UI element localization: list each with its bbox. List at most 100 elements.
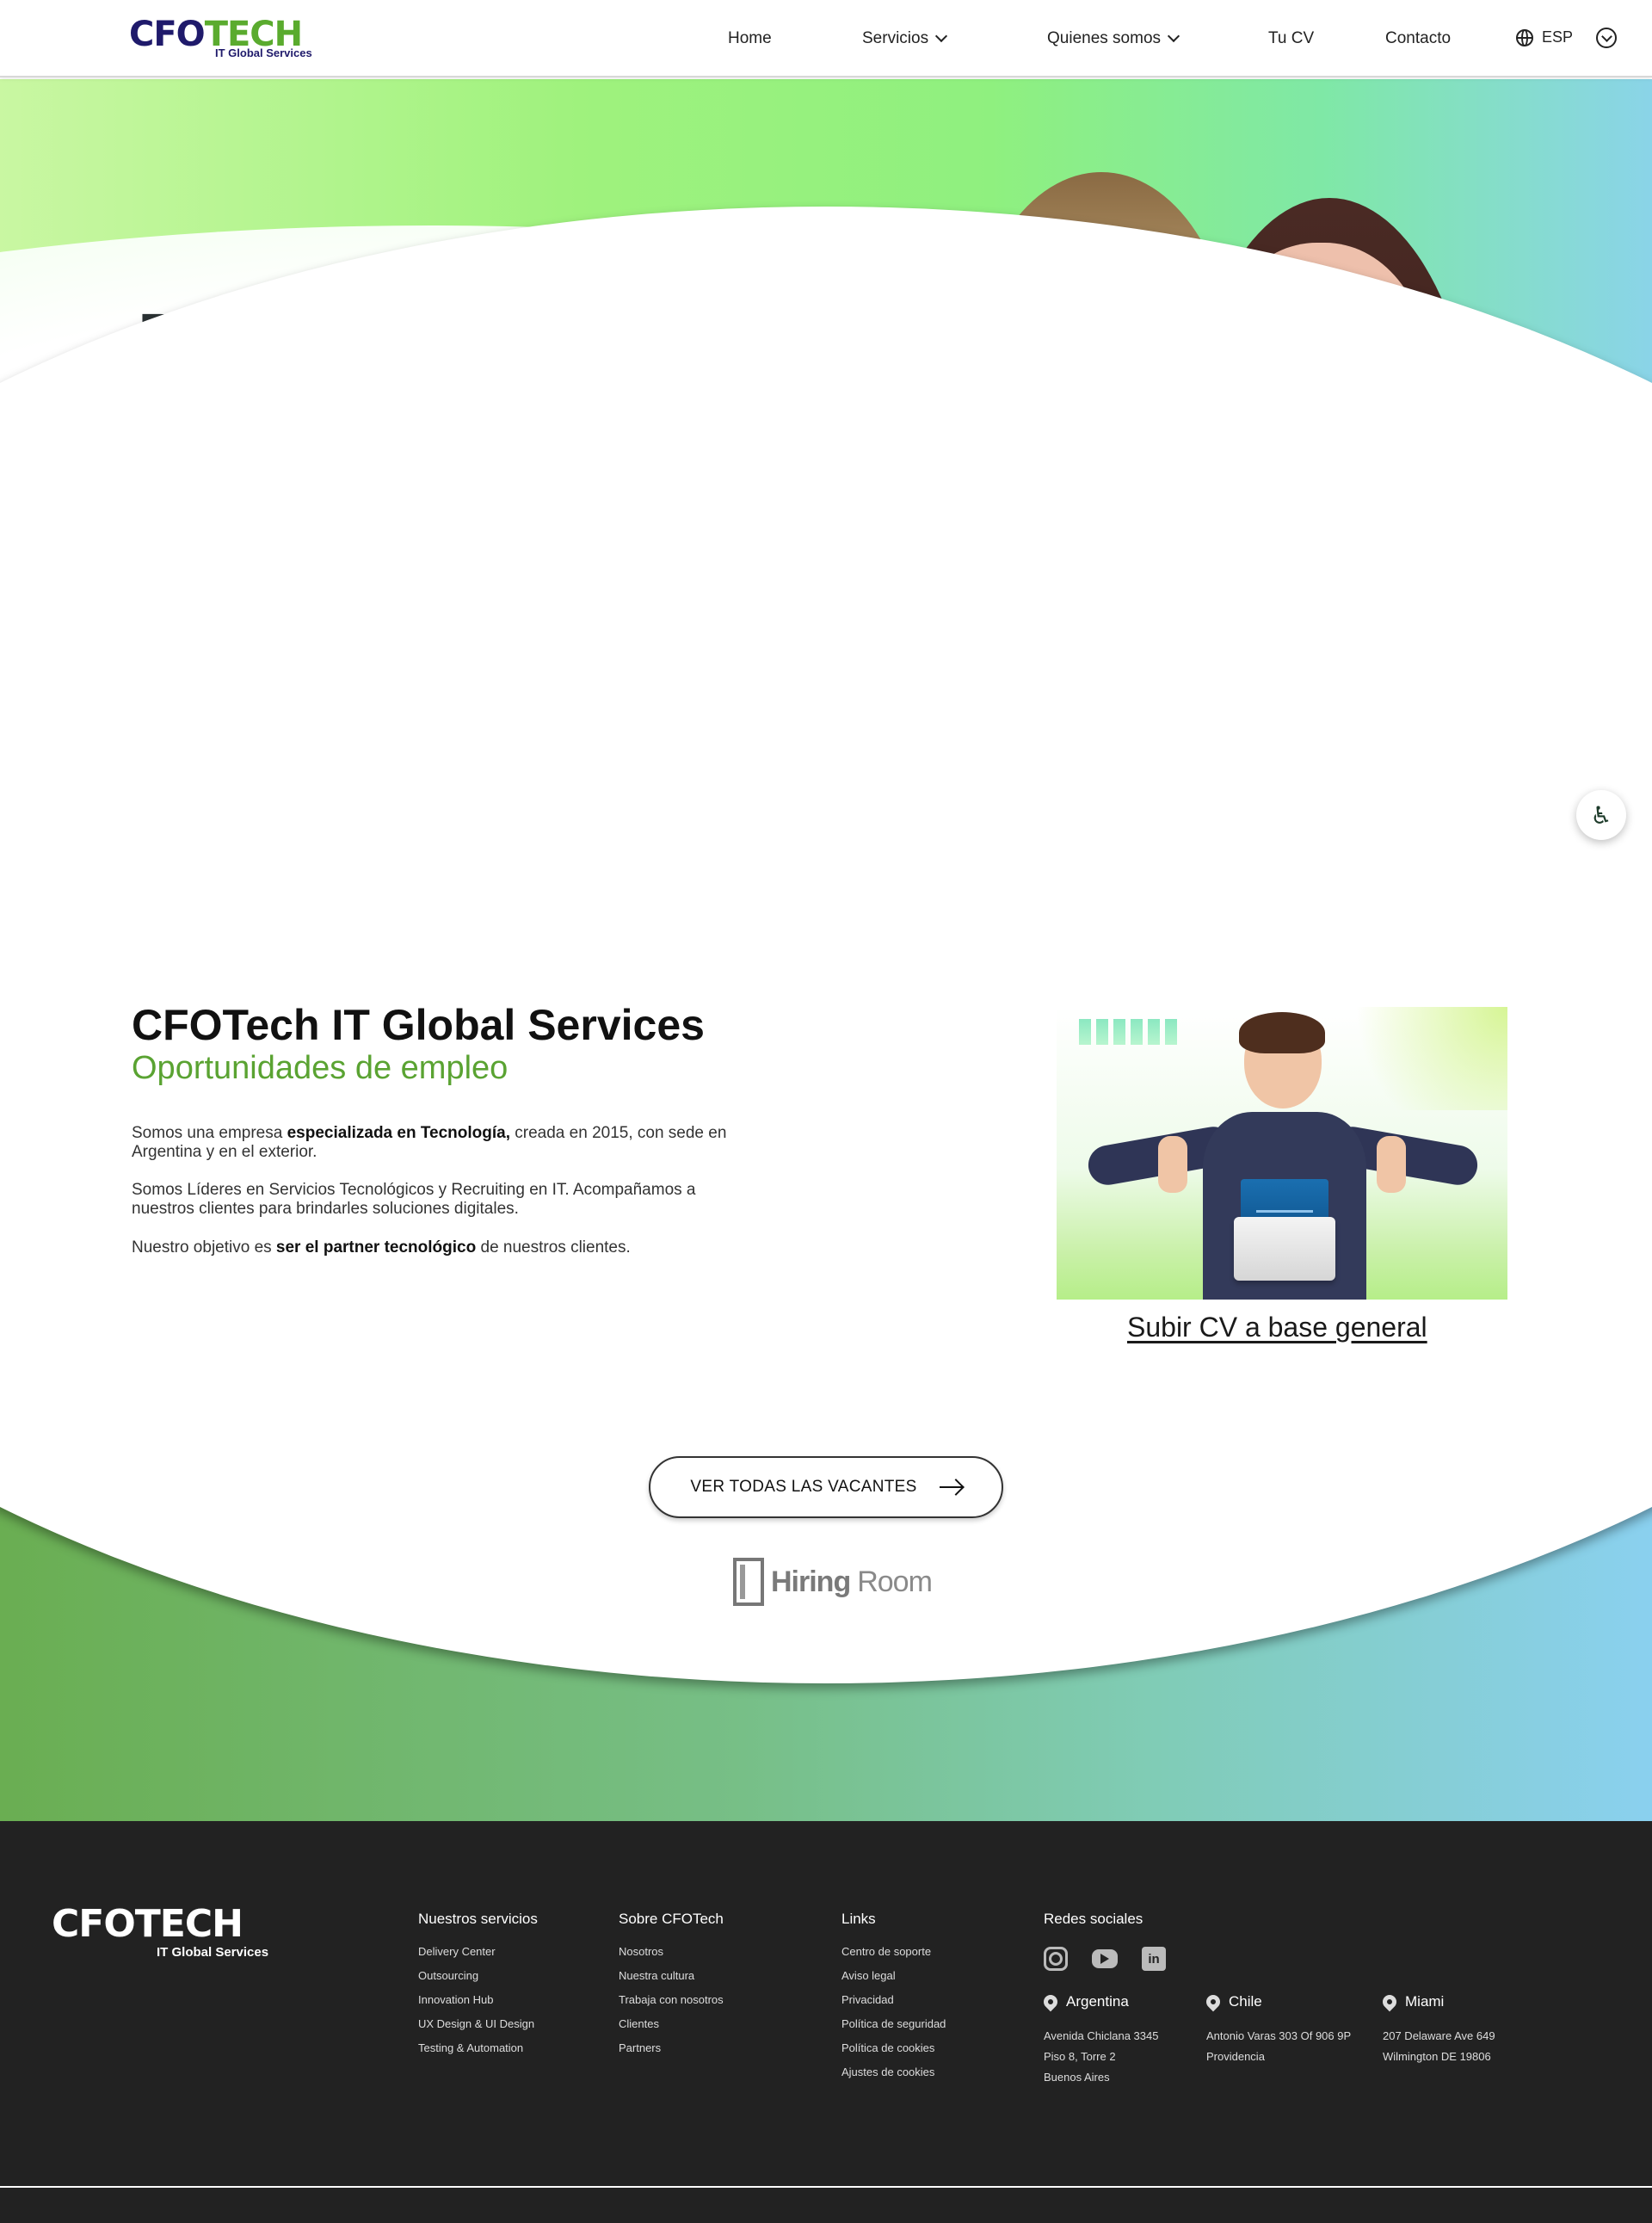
footer-logo-wordmark: CFOTECH <box>52 1902 243 1946</box>
footer-logo[interactable]: CFOTECH IT Global Services <box>52 1902 268 1961</box>
address-line: Wilmington DE 19806 <box>1383 2050 1491 2063</box>
company-subtitle: Oportunidades de empleo <box>132 1050 509 1086</box>
paragraph-bold: ser el partner tecnológico <box>275 1238 477 1257</box>
map-pin-icon <box>1040 1991 1061 2012</box>
nav-quienes-somos[interactable]: Quienes somos <box>1047 29 1180 48</box>
eye <box>1351 339 1370 348</box>
hero-person-right-face <box>1213 243 1428 505</box>
footer-link[interactable]: Nuestra cultura <box>619 1964 724 1988</box>
accessibility-icon: ♿ <box>1590 801 1612 829</box>
person-hair <box>1239 1012 1325 1053</box>
chevron-down-icon <box>935 29 948 43</box>
address-line: 207 Delaware Ave 649 <box>1383 2029 1495 2042</box>
circle-chevron-down-icon[interactable] <box>1596 28 1617 48</box>
location-name: Miami <box>1405 1993 1445 2010</box>
decorative-bars <box>1079 1019 1177 1045</box>
footer-link[interactable]: UX Design & UI Design <box>418 2012 538 2036</box>
door-icon <box>733 1558 764 1606</box>
site-footer: CFOTECH IT Global Services Nuestros serv… <box>0 1821 1652 2223</box>
envelope-body <box>1234 1217 1335 1281</box>
footer-link[interactable]: Política de cookies <box>841 2036 946 2060</box>
location-miami: Miami 207 Delaware Ave 649 Wilmington DE… <box>1379 1991 1495 2067</box>
view-all-vacancies-button[interactable]: VER TODAS LAS VACANTES <box>649 1456 1003 1518</box>
chevron-down-icon <box>1167 29 1180 43</box>
bar <box>1079 1019 1091 1045</box>
address-line: Buenos Aires <box>1044 2071 1110 2084</box>
footer-column-title: Nuestros servicios <box>418 1911 538 1927</box>
location-heading: Argentina <box>1040 1991 1158 2012</box>
nav-home-label: Home <box>728 29 772 47</box>
footer-logo-tagline: IT Global Services <box>157 1945 269 1960</box>
footer-link[interactable]: Outsourcing <box>418 1964 538 1988</box>
footer-link[interactable]: Centro de soporte <box>841 1940 946 1964</box>
hero-section: Deja tu CV ¡We are hiring! <box>0 79 1652 845</box>
person-hand-left <box>1158 1136 1187 1193</box>
footer-column-about: Sobre CFOTech Nosotros Nuestra cultura T… <box>619 1911 724 2060</box>
footer-link[interactable]: Aviso legal <box>841 1964 946 1988</box>
paragraph-bold: especializada en Tecnología, <box>287 1124 510 1142</box>
nav-servicios[interactable]: Servicios <box>862 29 948 48</box>
footer-link[interactable]: Política de seguridad <box>841 2012 946 2036</box>
location-name: Argentina <box>1066 1993 1129 2010</box>
footer-divider <box>0 2186 1652 2188</box>
upload-cv-illustration[interactable] <box>1057 1007 1507 1300</box>
hiring-room-bold: Hiring <box>771 1565 851 1598</box>
linkedin-icon[interactable]: in <box>1142 1947 1166 1971</box>
logo-tagline: IT Global Services <box>215 46 312 59</box>
map-pin-icon <box>1379 1991 1400 2012</box>
footer-column-title: Sobre CFOTech <box>619 1911 724 1927</box>
footer-link[interactable]: Delivery Center <box>418 1940 538 1964</box>
footer-link[interactable]: Clientes <box>619 2012 724 2036</box>
address-line: Avenida Chiclana 3345 <box>1044 2029 1159 2042</box>
eye <box>1100 339 1119 348</box>
youtube-icon[interactable] <box>1092 1949 1118 1968</box>
address-line: Antonio Varas 303 Of 906 9P <box>1206 2029 1352 2042</box>
company-paragraph-1: Somos una empresa especializada en Tecno… <box>132 1124 734 1162</box>
hiring-room-light: Room <box>857 1565 933 1598</box>
footer-column-title: Redes sociales <box>1044 1911 1143 1927</box>
footer-column-links: Links Centro de soporte Aviso legal Priv… <box>841 1911 946 2084</box>
nav-contacto[interactable]: Contacto <box>1385 29 1451 48</box>
logo-cfo: CFO <box>129 15 206 54</box>
footer-link[interactable]: Innovation Hub <box>418 1988 538 2012</box>
language-selector[interactable]: ESP <box>1516 28 1573 46</box>
footer-link[interactable]: Trabaja con nosotros <box>619 1988 724 2012</box>
nav-contacto-label: Contacto <box>1385 29 1452 47</box>
nav-tu-cv-label: Tu CV <box>1268 29 1315 47</box>
nav-home[interactable]: Home <box>728 29 772 48</box>
footer-link[interactable]: Ajustes de cookies <box>841 2060 946 2084</box>
bar <box>1148 1019 1160 1045</box>
footer-link[interactable]: Partners <box>619 2036 724 2060</box>
smile <box>1043 398 1120 429</box>
footer-link[interactable]: Privacidad <box>841 1988 946 2012</box>
accessibility-button[interactable]: ♿ <box>1576 790 1626 840</box>
upload-cv-link[interactable]: Subir CV a base general <box>1127 1312 1427 1343</box>
footer-link[interactable]: Nosotros <box>619 1940 724 1964</box>
nav-tu-cv[interactable]: Tu CV <box>1268 29 1314 48</box>
company-paragraph-2: Somos Líderes en Servicios Tecnológicos … <box>132 1181 696 1218</box>
cfotech-logo[interactable]: CFOTECH IT Global Services <box>129 15 327 64</box>
bar <box>1096 1019 1108 1045</box>
location-name: Chile <box>1229 1993 1262 2010</box>
hiring-room-logo[interactable]: Hiring Room <box>733 1558 933 1606</box>
person-hand-right <box>1377 1136 1406 1193</box>
instagram-icon[interactable] <box>1044 1947 1068 1971</box>
map-pin-icon <box>1203 1991 1224 2012</box>
paragraph-text: de nuestros clientes. <box>476 1238 631 1257</box>
hero-person-left-face <box>989 243 1174 488</box>
footer-column-title: Links <box>841 1911 876 1927</box>
smile <box>1280 410 1370 444</box>
vacancies-button-label: VER TODAS LAS VACANTES <box>690 1478 917 1496</box>
arrow-right-icon <box>939 1486 962 1488</box>
address-line: Providencia <box>1206 2050 1265 2063</box>
envelope-icon <box>1234 1179 1335 1281</box>
footer-link[interactable]: Testing & Automation <box>418 2036 538 2060</box>
card-glow <box>1318 1007 1507 1110</box>
location-heading: Miami <box>1379 1991 1495 2012</box>
footer-column-services: Nuestros servicios Delivery Center Outso… <box>418 1911 538 2060</box>
hero-title: Deja tu CV <box>138 299 500 378</box>
company-paragraph-3: Nuestro objetivo es ser el partner tecno… <box>132 1238 734 1257</box>
eye <box>1031 337 1050 346</box>
eye <box>1263 344 1282 353</box>
hero-fade <box>0 647 1652 845</box>
